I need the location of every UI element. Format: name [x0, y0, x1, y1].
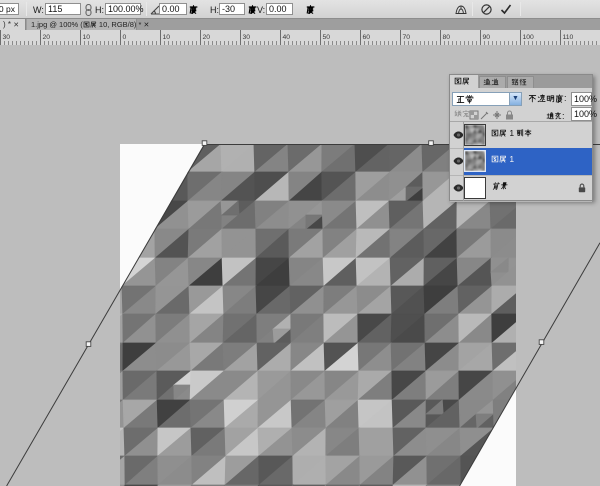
svg-text:30: 30 — [3, 34, 11, 41]
svg-text:100: 100 — [523, 34, 535, 41]
svg-text:20: 20 — [43, 34, 51, 41]
svg-text:110: 110 — [563, 34, 574, 41]
svg-text:10: 10 — [83, 34, 91, 41]
svg-text:40: 40 — [283, 34, 291, 41]
svg-text:50: 50 — [323, 34, 331, 41]
svg-text:0: 0 — [123, 34, 127, 41]
svg-text:70: 70 — [403, 34, 411, 41]
svg-text:10: 10 — [163, 34, 171, 41]
svg-text:80: 80 — [443, 34, 451, 41]
svg-text:90: 90 — [483, 34, 491, 41]
svg-text:60: 60 — [363, 34, 371, 41]
svg-text:20: 20 — [203, 34, 211, 41]
svg-text:30: 30 — [243, 34, 251, 41]
